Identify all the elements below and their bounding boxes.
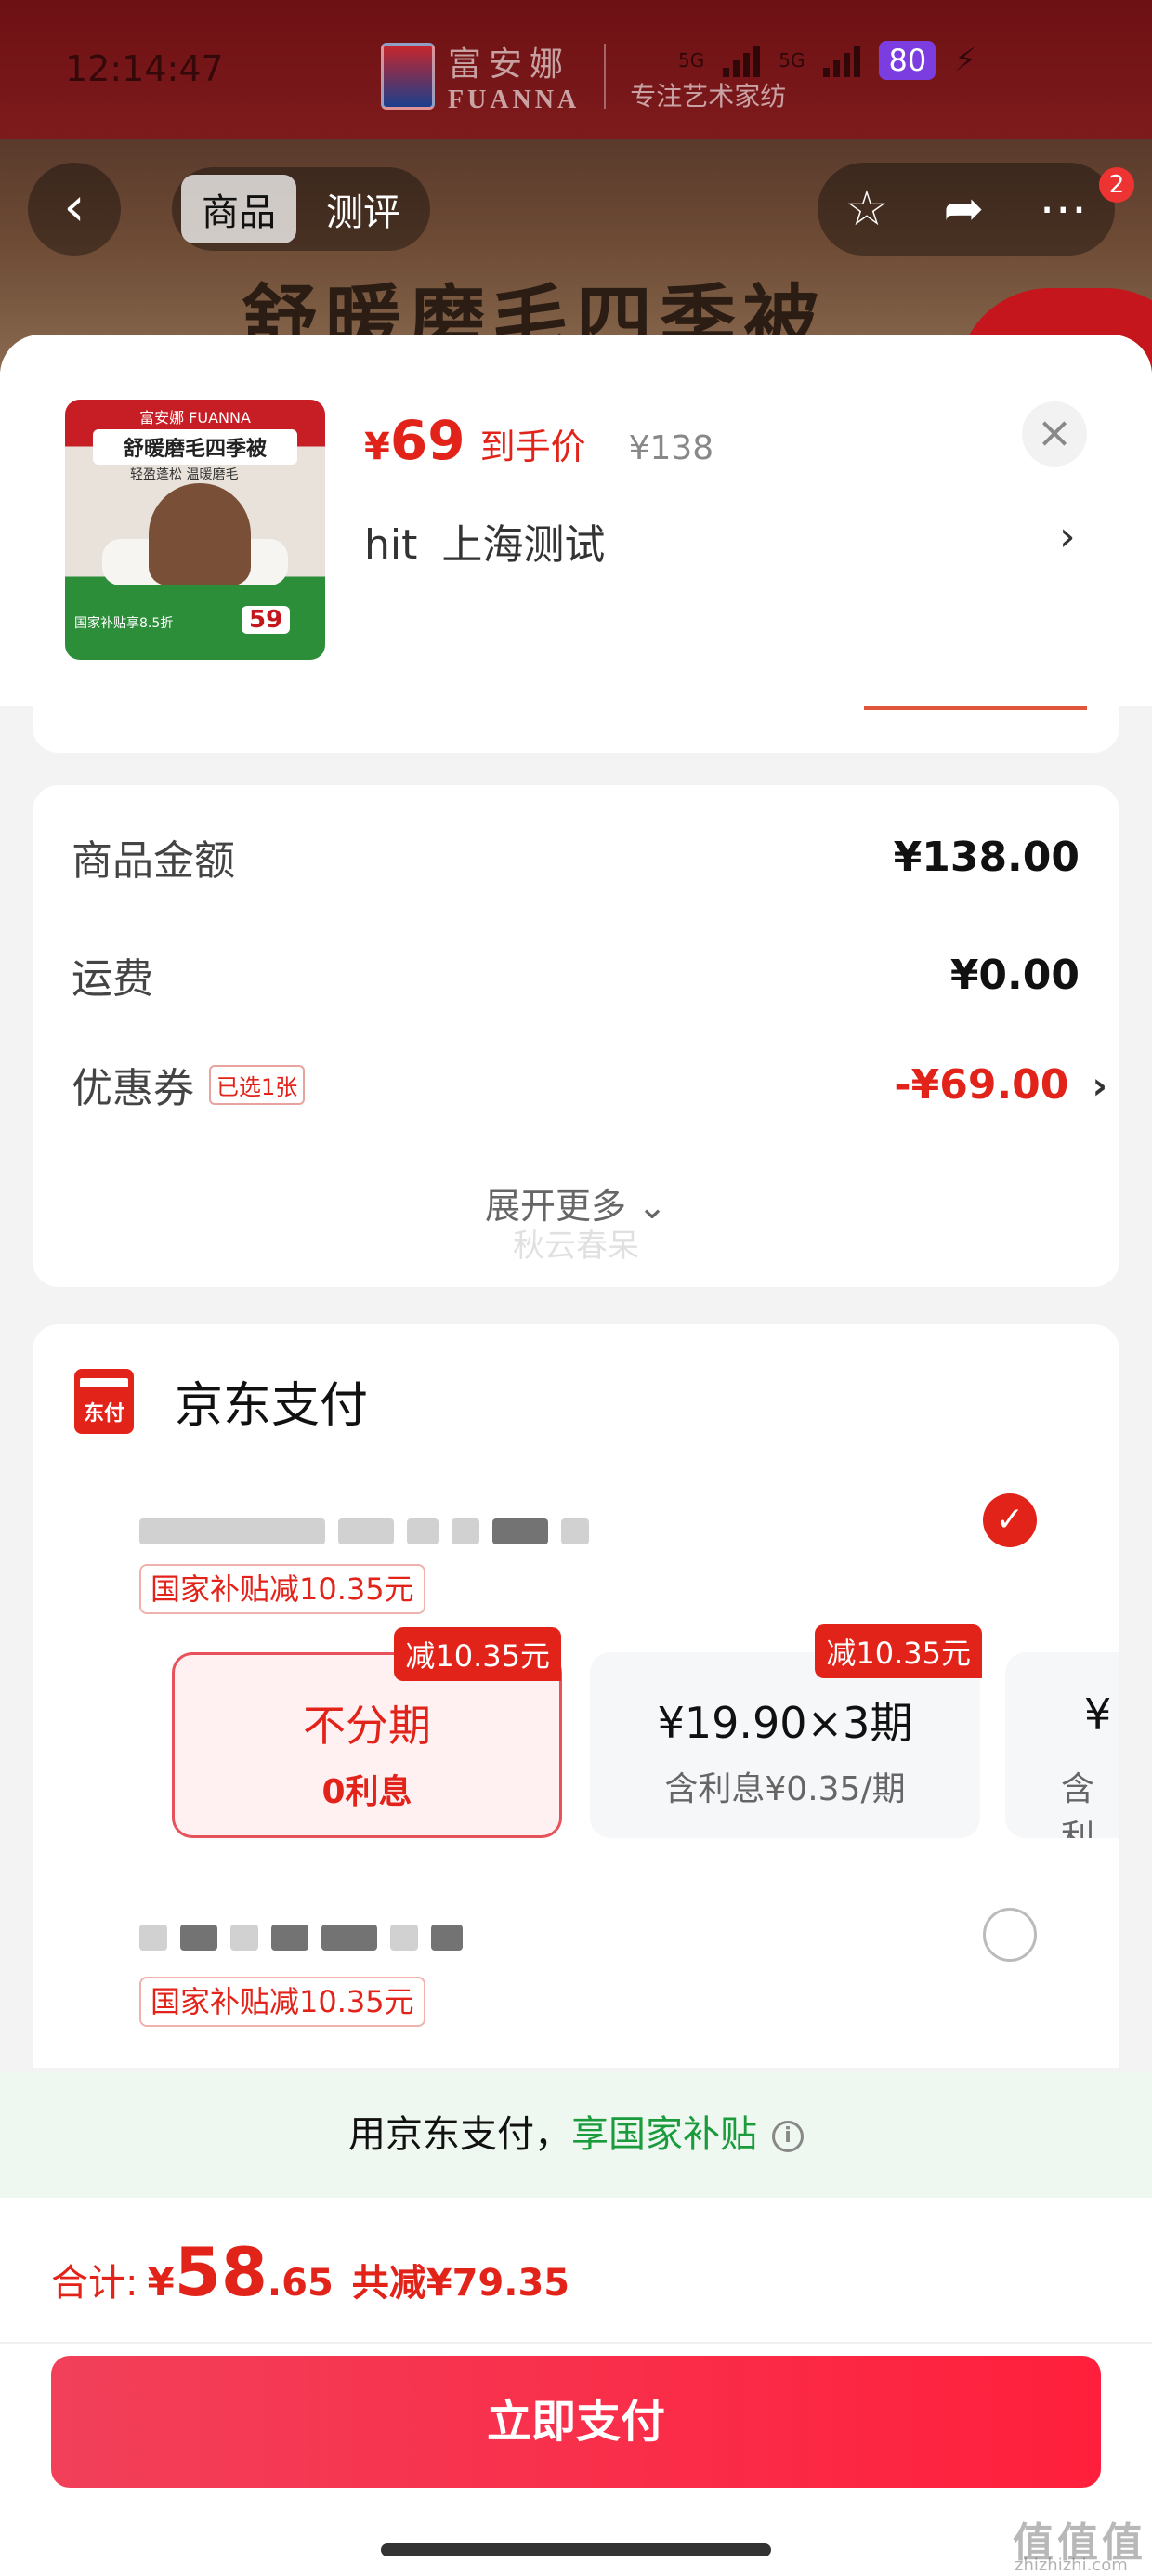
fuanna-logo-icon (381, 43, 435, 110)
summary-label: 运费 (72, 955, 153, 1003)
back-button[interactable]: ‹ (28, 163, 121, 256)
installment-option-none[interactable]: 减10.35元 不分期 0利息 (172, 1627, 562, 1838)
coupon-count-badge: 已选1张 (209, 1064, 306, 1105)
pay-now-button[interactable]: 立即支付 (51, 2356, 1101, 2488)
installment-option-more[interactable]: ¥ 含利 (1005, 1652, 1119, 1838)
summary-row-goods: 商品金额 ¥138.00 (72, 827, 1080, 887)
brand-slogan: 专注艺术家纺 (630, 81, 787, 112)
site-watermark-url: zhizhizhi.com (1015, 2556, 1128, 2575)
thumb-price: 59 (242, 606, 291, 634)
plan-title: ¥19.90×3期 (657, 1698, 913, 1748)
checkout-footer: 合计: ¥ 58 .65 共减¥79.35 立即支付 值值值 zhizhizhi… (0, 2198, 1152, 2576)
price-line: ¥69 到手价 ¥138 (364, 409, 713, 472)
message-badge: 2 (1099, 167, 1134, 203)
payment-method-title: 京东支付 (175, 1378, 369, 1434)
total-currency: ¥ (147, 2259, 175, 2305)
original-price: ¥138 (628, 429, 714, 467)
subsidy-notice-bar: 用京东支付，享国家补贴 i (0, 2072, 1152, 2198)
thumb-promo: 国家补贴享8.5折 (74, 616, 174, 631)
address-name: hit (364, 521, 418, 569)
total-integer: 58 (174, 2233, 268, 2311)
chevron-left-icon: ‹ (63, 175, 85, 238)
address-selector[interactable]: hit 上海测试 (364, 511, 605, 571)
total-label: 合计: (51, 2262, 138, 2305)
network-label-1: 5G (678, 49, 705, 72)
jd-pay-icon: 东付 (74, 1368, 134, 1434)
final-price-tag: 到手价 (479, 427, 586, 467)
home-indicator[interactable] (381, 2543, 771, 2556)
status-bar: 12:14:47 富安娜 FUANNA 专注艺术家纺 5G 5G 80 ⚡ (0, 0, 1152, 139)
chevron-right-icon[interactable]: › (1059, 513, 1076, 560)
section-accent-line (864, 706, 1087, 710)
star-icon[interactable]: ☆ (845, 181, 889, 237)
installment-option-3[interactable]: 减10.35元 ¥19.90×3期 含利息¥0.35/期 (590, 1624, 982, 1838)
masked-bank-name (139, 1518, 325, 1544)
plan-title: ¥ (1084, 1689, 1112, 1740)
close-icon: × (1036, 407, 1073, 457)
plan-subtitle: 0利息 (321, 1773, 412, 1811)
share-icon[interactable]: ➦ (944, 181, 985, 237)
unselected-radio-icon[interactable] (983, 1908, 1037, 1962)
brand-name-cn: 富安娜 (448, 46, 571, 84)
charging-icon: ⚡ (954, 42, 977, 79)
coupon-discount-value: -¥69.00 (894, 1060, 1069, 1109)
footer-divider (0, 2342, 1152, 2344)
bank-card-option-2[interactable] (139, 1914, 463, 1961)
bank-card-option-1[interactable] (139, 1508, 589, 1555)
plan-discount-badge: 减10.35元 (815, 1624, 982, 1678)
product-header: 富安娜 FUANNA 舒暖磨毛四季被 轻盈蓬松 温暖磨毛 国家补贴享8.5折 5… (0, 335, 1152, 706)
total-discount: 共减¥79.35 (351, 2262, 570, 2305)
more-icon[interactable]: ⋯ (1039, 181, 1087, 237)
tab-product[interactable]: 商品 (181, 175, 296, 243)
battery-indicator: 80 (879, 41, 936, 80)
payment-method-header: 东付 京东支付 (74, 1366, 368, 1436)
thumb-brand: 富安娜 FUANNA (139, 409, 251, 427)
notice-highlight: 享国家补贴 (571, 2113, 757, 2156)
signal-icon (723, 44, 761, 77)
network-label-2: 5G (779, 49, 805, 72)
address-place: 上海测试 (441, 521, 606, 569)
chevron-right-icon: › (1092, 1064, 1107, 1108)
watermark: 秋云春呆 (513, 1228, 639, 1265)
selected-check-icon[interactable]: ✓ (983, 1493, 1037, 1547)
summary-row-coupon[interactable]: 优惠券 已选1张 -¥69.00 › (72, 1055, 1107, 1114)
masked-bank-name (139, 1925, 167, 1951)
brand-name-en: FUANNA (448, 85, 581, 114)
summary-value: ¥0.00 (949, 951, 1080, 999)
notice-text: 用京东支付， (348, 2113, 571, 2156)
plan-subtitle: 含利 (1061, 1770, 1095, 1838)
thumb-sub: 轻盈蓬松 温暖磨毛 (130, 467, 239, 482)
summary-label: 商品金额 (72, 837, 235, 885)
summary-value: ¥138.00 (893, 833, 1080, 881)
tab-review[interactable]: 测评 (306, 175, 421, 243)
brand-divider (604, 44, 607, 109)
subsidy-tag: 国家补贴减10.35元 (139, 1564, 425, 1614)
status-time: 12:14:47 (65, 48, 224, 89)
plan-subtitle: 含利息¥0.35/期 (664, 1770, 906, 1808)
product-tabs: 商品 测评 (172, 167, 430, 251)
subsidy-tag: 国家补贴减10.35元 (139, 1977, 425, 2027)
total-decimal: .65 (267, 2262, 334, 2305)
plan-title: 不分期 (303, 1701, 431, 1751)
plan-discount-badge: 减10.35元 (394, 1627, 561, 1681)
collapsed-section (33, 706, 1119, 753)
summary-row-shipping: 运费 ¥0.00 (72, 945, 1080, 1005)
order-summary-card: 商品金额 ¥138.00 运费 ¥0.00 优惠券 已选1张 -¥69.00 ›… (33, 785, 1119, 1287)
nav-actions: ☆ ➦ ⋯ (818, 163, 1115, 256)
thumb-title: 舒暖磨毛四季被 (93, 429, 297, 465)
order-total: 合计: ¥ 58 .65 共减¥79.35 (51, 2233, 569, 2311)
info-icon[interactable]: i (772, 2121, 804, 2152)
summary-label: 优惠券 (72, 1065, 194, 1112)
product-nav-bar: ‹ 商品 测评 ☆ ➦ ⋯ (0, 158, 1152, 260)
close-button[interactable]: × (1022, 401, 1087, 467)
final-price: ¥69 (364, 409, 465, 472)
signal-icon (823, 44, 861, 77)
product-thumbnail[interactable]: 富安娜 FUANNA 舒暖磨毛四季被 轻盈蓬松 温暖磨毛 国家补贴享8.5折 5… (65, 400, 325, 660)
thumb-model-shape (149, 483, 251, 585)
status-indicators: 5G 5G 80 ⚡ (678, 41, 976, 80)
